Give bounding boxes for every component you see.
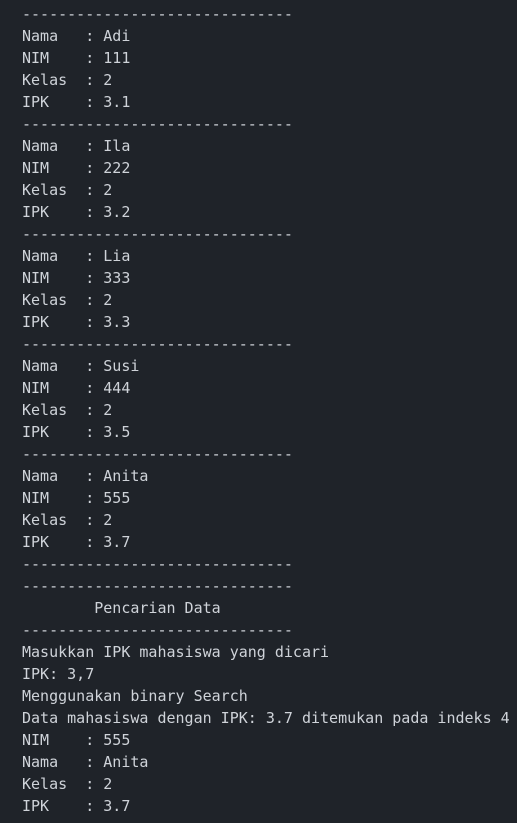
record-3-nama: Nama : Lia — [22, 247, 131, 265]
record-5-nama: Nama : Anita — [22, 467, 149, 485]
separator-line: ------------------------------ — [22, 5, 293, 23]
result-nim: NIM : 555 — [22, 731, 131, 749]
record-1-kelas: Kelas : 2 — [22, 71, 113, 89]
record-4-nim: NIM : 444 — [22, 379, 131, 397]
result-kelas: Kelas : 2 — [22, 775, 113, 793]
search-prompt: Masukkan IPK mahasiswa yang dicari — [22, 643, 330, 661]
separator-line: ------------------------------ — [22, 555, 293, 573]
search-heading: Pencarian Data — [22, 599, 221, 617]
result-ipk: IPK : 3.7 — [22, 797, 131, 815]
record-3-kelas: Kelas : 2 — [22, 291, 113, 309]
record-2-nama: Nama : Ila — [22, 137, 131, 155]
record-2-nim: NIM : 222 — [22, 159, 131, 177]
record-1-nama: Nama : Adi — [22, 27, 131, 45]
record-2-ipk: IPK : 3.2 — [22, 203, 131, 221]
result-nama: Nama : Anita — [22, 753, 149, 771]
separator-line: ------------------------------ — [22, 115, 293, 133]
record-3-nim: NIM : 333 — [22, 269, 131, 287]
search-method: Menggunakan binary Search — [22, 687, 248, 705]
record-1-ipk: IPK : 3.1 — [22, 93, 131, 111]
separator-line: ------------------------------ — [22, 577, 293, 595]
record-4-kelas: Kelas : 2 — [22, 401, 113, 419]
separator-line: ------------------------------ — [22, 225, 293, 243]
terminal-output: ------------------------------ Nama : Ad… — [22, 3, 517, 817]
record-1-nim: NIM : 111 — [22, 49, 131, 67]
record-5-ipk: IPK : 3.7 — [22, 533, 131, 551]
record-2-kelas: Kelas : 2 — [22, 181, 113, 199]
separator-line: ------------------------------ — [22, 335, 293, 353]
record-3-ipk: IPK : 3.3 — [22, 313, 131, 331]
record-5-kelas: Kelas : 2 — [22, 511, 113, 529]
record-4-nama: Nama : Susi — [22, 357, 140, 375]
separator-line: ------------------------------ — [22, 445, 293, 463]
record-5-nim: NIM : 555 — [22, 489, 131, 507]
search-result-message: Data mahasiswa dengan IPK: 3.7 ditemukan… — [22, 709, 510, 727]
search-input-echo: IPK: 3,7 — [22, 665, 95, 683]
separator-line: ------------------------------ — [22, 621, 293, 639]
record-4-ipk: IPK : 3.5 — [22, 423, 131, 441]
